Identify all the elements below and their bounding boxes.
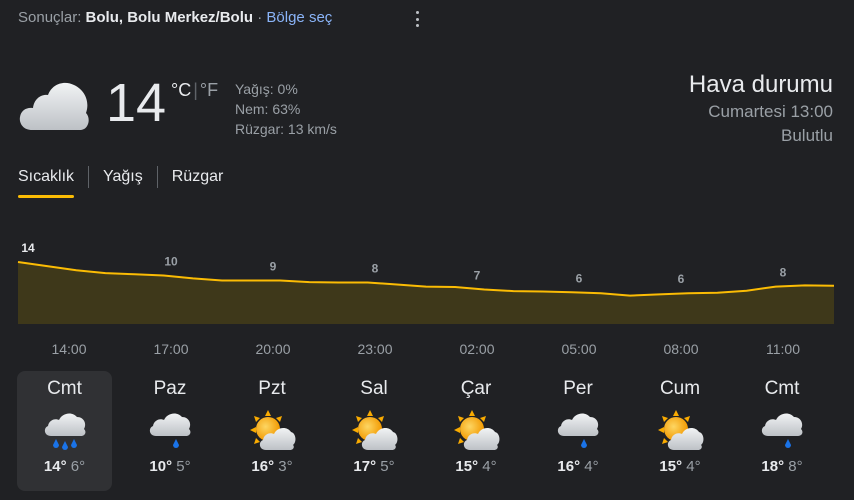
- weather-condition: Bulutlu: [781, 126, 833, 145]
- forecast-day[interactable]: Sal 17° 5°: [323, 371, 425, 491]
- rain-light-icon: [146, 408, 194, 454]
- partly-cloudy-icon: [350, 408, 398, 454]
- hour-tick-label: 20:00: [255, 341, 291, 357]
- wind-text: Rüzgar: 13 km/s: [235, 121, 337, 137]
- forecast-high: 16°: [251, 458, 275, 475]
- results-location-line: Sonuçlar: Bolu, Bolu Merkez/Bolu · Bölge…: [18, 9, 332, 26]
- forecast-temps: 14° 6°: [17, 458, 112, 475]
- forecast-day-name: Cmt: [764, 378, 800, 399]
- hour-axis: 14:00 17:00 20:00 23:00 02:00 05:00 08:00 11:00: [18, 341, 834, 357]
- hour-tick-label: 17:00: [153, 341, 189, 357]
- forecast-low: 8°: [788, 458, 803, 475]
- forecast-day-name: Per: [563, 378, 593, 399]
- forecast-high: 17°: [353, 458, 377, 475]
- fahrenheit-unit-button[interactable]: °F: [200, 80, 218, 100]
- unit-divider: |: [193, 80, 198, 100]
- chart-temp-label: 8: [372, 262, 379, 276]
- chart-temp-label: 6: [678, 272, 685, 286]
- weather-datetime: Cumartesi 13:00: [708, 102, 833, 121]
- current-details: Yağış: 0% Nem: 63% Rüzgar: 13 km/s: [235, 79, 337, 139]
- daily-forecast: Cmt 14° 6° Paz 10° 5° Pzt 16° 3° Sal 17° 5° Çar 1…: [17, 371, 833, 491]
- rain-light-icon: [758, 408, 806, 454]
- forecast-temps: 17° 5°: [323, 458, 425, 475]
- forecast-day-name: Cum: [659, 378, 701, 399]
- forecast-low: 5°: [176, 458, 191, 475]
- hour-tick-label: 23:00: [357, 341, 393, 357]
- forecast-day[interactable]: Cum 15° 4°: [629, 371, 731, 491]
- tab-temperature[interactable]: Sıcaklık: [18, 166, 75, 198]
- location-separator: ·: [253, 9, 267, 26]
- forecast-day[interactable]: Pzt 16° 3°: [221, 371, 323, 491]
- weather-summary: Hava durumu Cumartesi 13:00 Bulutlu: [689, 70, 833, 148]
- rain-light-icon: [554, 408, 602, 454]
- tab-divider: [88, 166, 90, 188]
- weather-tabs: Sıcaklık Yağış Rüzgar: [18, 166, 223, 198]
- partly-cloudy-icon: [452, 408, 500, 454]
- location-name: Bolu, Bolu Merkez/Bolu: [85, 9, 254, 26]
- hour-tick-label: 02:00: [459, 341, 495, 357]
- chart-temp-label: 7: [474, 269, 481, 283]
- forecast-temps: 10° 5°: [119, 458, 221, 475]
- forecast-low: 4°: [584, 458, 599, 475]
- chart-temp-label: 6: [576, 271, 583, 285]
- forecast-day-name: Cmt: [47, 378, 82, 399]
- unit-toggle: °C | °F: [171, 80, 218, 101]
- results-prefix: Sonuçlar:: [18, 9, 82, 26]
- forecast-high: 10°: [149, 458, 173, 475]
- partly-cloudy-icon: [248, 408, 296, 454]
- forecast-low: 4°: [686, 458, 701, 475]
- precipitation-text: Yağış: 0%: [235, 81, 298, 97]
- forecast-low: 6°: [70, 458, 86, 475]
- hour-tick-label: 14:00: [51, 341, 87, 357]
- chart-temp-label: 9: [270, 260, 277, 274]
- forecast-high: 15°: [659, 458, 683, 475]
- chart-temp-label: 14: [21, 241, 35, 255]
- forecast-high: 14°: [43, 458, 67, 475]
- forecast-day[interactable]: Per 16° 4°: [527, 371, 629, 491]
- hour-tick-label: 05:00: [561, 341, 597, 357]
- celsius-unit-button[interactable]: °C: [171, 80, 191, 100]
- forecast-day-name: Sal: [360, 378, 388, 399]
- chart-temp-label: 8: [780, 266, 787, 280]
- chart-temp-label: 10: [164, 255, 178, 269]
- forecast-temps: 16° 3°: [221, 458, 323, 475]
- weather-title: Hava durumu: [688, 71, 833, 98]
- tab-divider: [156, 166, 158, 188]
- forecast-temps: 16° 4°: [527, 458, 629, 475]
- cloudy-icon: [19, 82, 89, 130]
- forecast-high: 15°: [455, 458, 479, 475]
- temperature-chart: 14 10 9 8 7 6 6 8: [17, 241, 835, 324]
- current-temperature: 14: [106, 73, 167, 133]
- forecast-day[interactable]: Paz 10° 5°: [119, 371, 221, 491]
- forecast-day[interactable]: Cmt 18° 8°: [731, 371, 833, 491]
- tab-wind[interactable]: Rüzgar: [172, 166, 224, 198]
- forecast-temps: 18° 8°: [731, 458, 833, 475]
- hour-tick-label: 08:00: [663, 341, 699, 357]
- rain-heavy-icon: [41, 408, 89, 454]
- forecast-temps: 15° 4°: [629, 458, 731, 475]
- partly-cloudy-icon: [656, 408, 704, 454]
- forecast-low: 4°: [482, 458, 497, 475]
- forecast-low: 3°: [278, 458, 293, 475]
- forecast-day-name: Pzt: [258, 378, 286, 399]
- forecast-day[interactable]: Çar 15° 4°: [425, 371, 527, 491]
- forecast-day-name: Paz: [153, 378, 187, 399]
- forecast-day[interactable]: Cmt 14° 6°: [17, 371, 112, 491]
- forecast-low: 5°: [380, 458, 395, 475]
- forecast-high: 18°: [761, 458, 785, 475]
- tab-precipitation[interactable]: Yağış: [103, 166, 143, 198]
- forecast-temps: 15° 4°: [425, 458, 527, 475]
- choose-region-link[interactable]: Bölge seç: [266, 9, 332, 26]
- more-options-icon[interactable]: [410, 9, 424, 29]
- hour-tick-label: 11:00: [766, 341, 800, 357]
- forecast-high: 16°: [557, 458, 581, 475]
- humidity-text: Nem: 63%: [235, 101, 301, 117]
- forecast-day-name: Çar: [460, 378, 492, 399]
